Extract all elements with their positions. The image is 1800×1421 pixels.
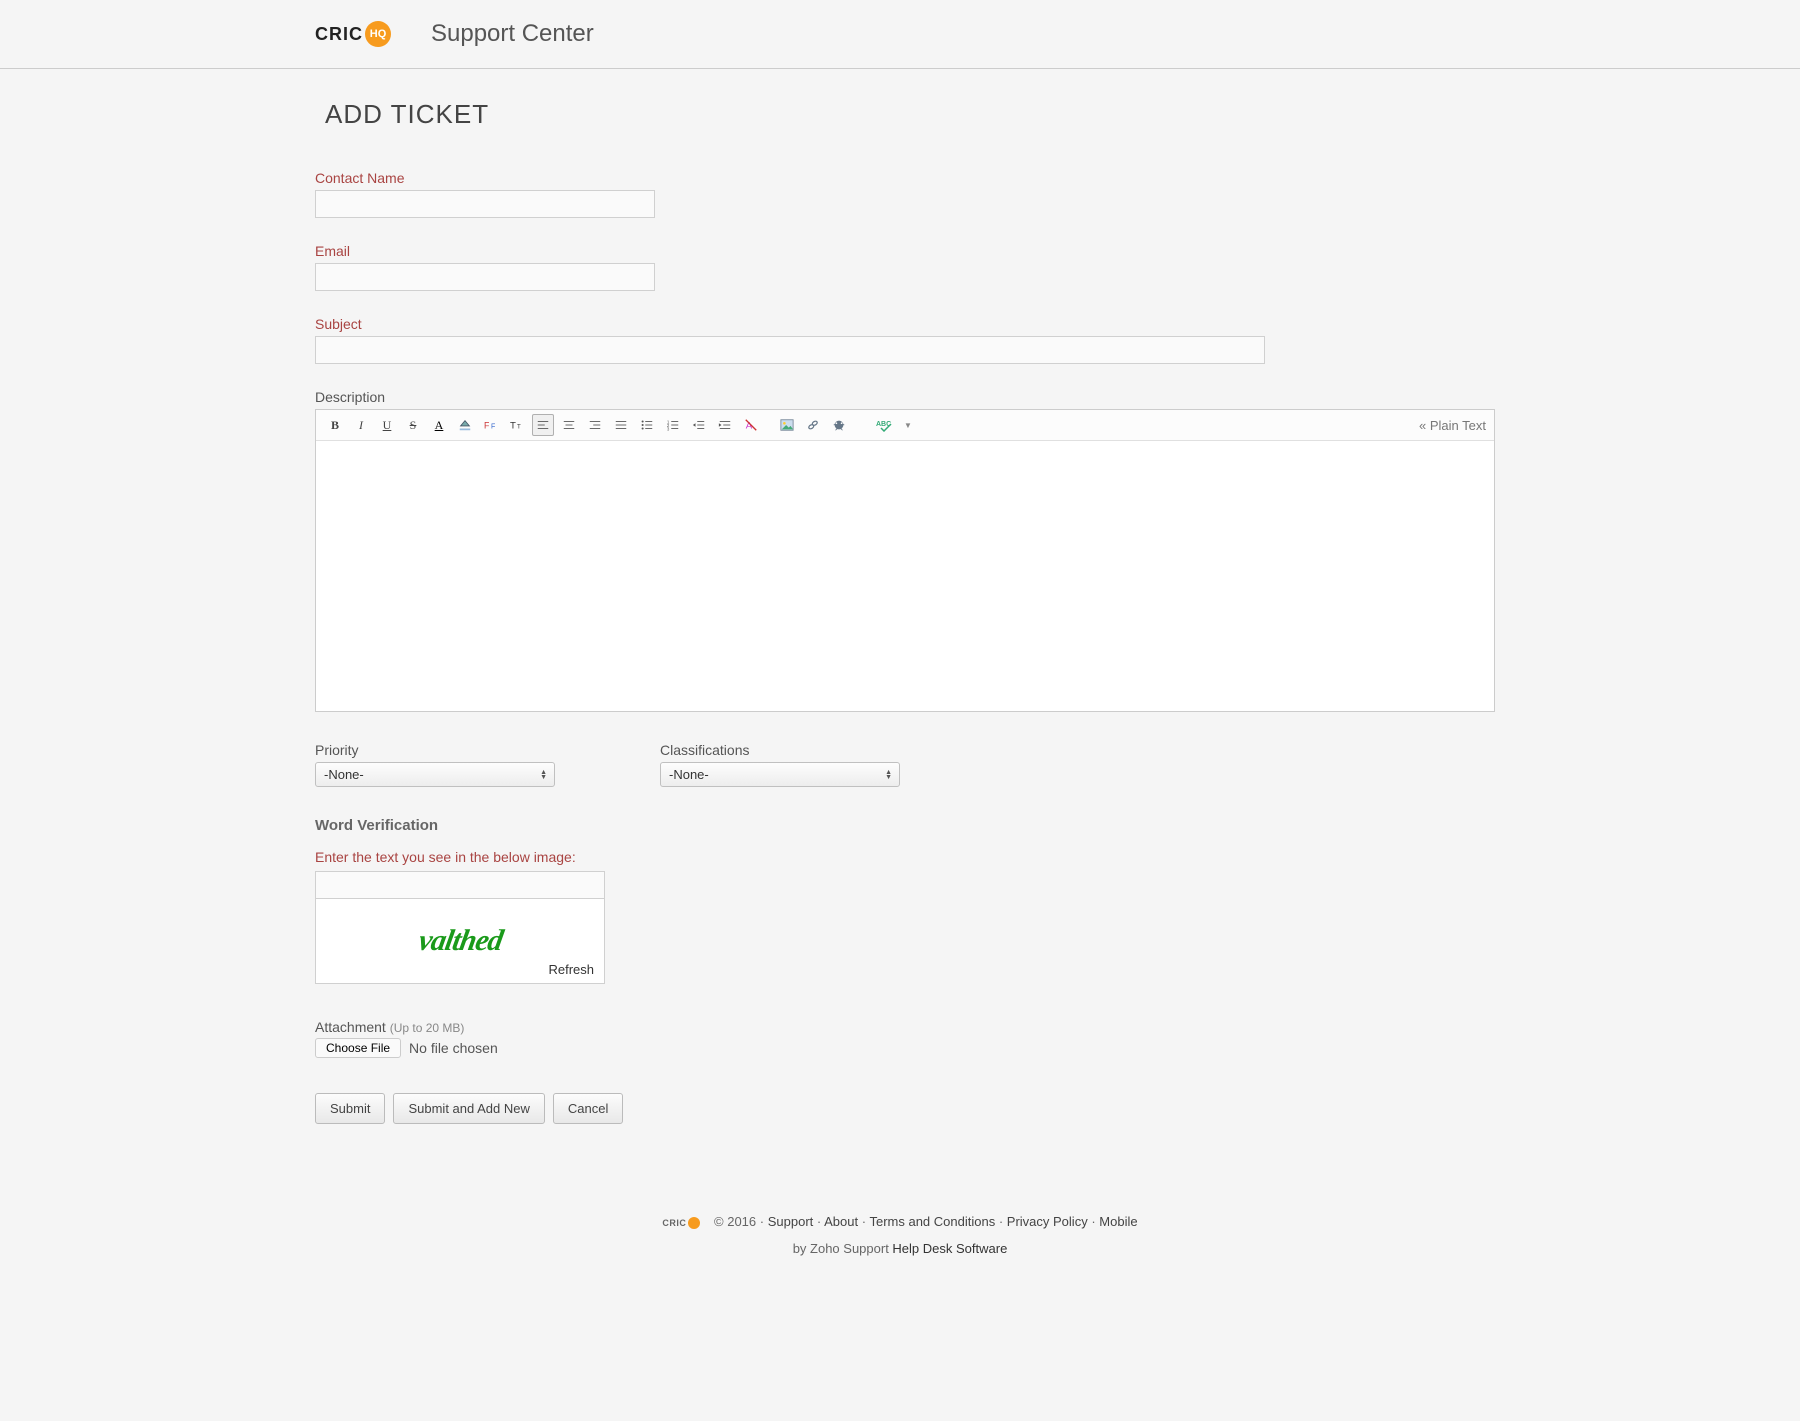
priority-select[interactable]: -None- (315, 762, 555, 787)
captcha-image: valthed Refresh (315, 899, 605, 984)
attachment-row: Choose File No file chosen (315, 1038, 1485, 1058)
field-classifications: Classifications -None- ▲▼ (660, 742, 900, 787)
footer-link-privacy[interactable]: Privacy Policy (1007, 1214, 1088, 1229)
footer: CRIC © 2016 · Support · About · Terms an… (315, 1214, 1485, 1256)
page-body: ADD TICKET Contact Name Email Subject De… (300, 69, 1500, 1336)
field-contact-name: Contact Name (315, 170, 1485, 218)
plain-text-toggle[interactable]: « Plain Text (1419, 418, 1486, 433)
submit-buttons: Submit Submit and Add New Cancel (315, 1093, 1485, 1124)
footer-brand-text: CRIC (662, 1218, 686, 1228)
choose-file-button[interactable]: Choose File (315, 1038, 401, 1058)
footer-brand-circle-icon (688, 1217, 700, 1229)
field-email: Email (315, 243, 1485, 291)
insert-link-icon[interactable] (802, 414, 824, 436)
footer-line-1: CRIC © 2016 · Support · About · Terms an… (315, 1214, 1485, 1229)
description-label: Description (315, 389, 1485, 405)
attachment-hint: (Up to 20 MB) (390, 1021, 465, 1035)
insert-image-icon[interactable] (776, 414, 798, 436)
unordered-list-icon[interactable] (636, 414, 658, 436)
header: CRIC HQ Support Center (0, 0, 1800, 69)
bg-color-icon[interactable] (454, 414, 476, 436)
footer-link-support[interactable]: Support (768, 1214, 814, 1229)
footer-link-mobile[interactable]: Mobile (1099, 1214, 1137, 1229)
field-priority: Priority -None- ▲▼ (315, 742, 555, 787)
underline-icon[interactable]: U (376, 414, 398, 436)
spellcheck-dropdown-icon[interactable]: ▼ (902, 414, 914, 436)
outdent-icon[interactable] (688, 414, 710, 436)
footer-byline-prefix: by Zoho Support (793, 1241, 893, 1256)
brand-logo[interactable]: CRIC HQ (315, 21, 391, 47)
brand-text-left: CRIC (315, 24, 363, 45)
svg-text:F: F (491, 424, 495, 431)
captcha-refresh-link[interactable]: Refresh (548, 962, 594, 977)
align-left-icon[interactable] (532, 414, 554, 436)
spellcheck-icon[interactable]: ABC (874, 414, 898, 436)
italic-icon[interactable]: I (350, 414, 372, 436)
svg-text:F: F (484, 421, 489, 431)
footer-link-terms[interactable]: Terms and Conditions (869, 1214, 995, 1229)
file-chosen-status: No file chosen (409, 1040, 498, 1056)
font-color-icon[interactable]: A (428, 414, 450, 436)
subject-label: Subject (315, 316, 1485, 332)
attachment-label: Attachment (315, 1019, 386, 1035)
contact-name-input[interactable] (315, 190, 655, 218)
cancel-button[interactable]: Cancel (553, 1093, 623, 1124)
svg-text:T: T (510, 421, 516, 432)
subject-input[interactable] (315, 336, 1265, 364)
font-size-icon[interactable]: TT (506, 414, 528, 436)
submit-button[interactable]: Submit (315, 1093, 385, 1124)
footer-sep: · (760, 1214, 768, 1229)
captcha-input[interactable] (315, 871, 605, 899)
footer-link-about[interactable]: About (824, 1214, 858, 1229)
field-subject: Subject (315, 316, 1485, 364)
align-center-icon[interactable] (558, 414, 580, 436)
indent-icon[interactable] (714, 414, 736, 436)
email-label: Email (315, 243, 1485, 259)
align-right-icon[interactable] (584, 414, 606, 436)
svg-text:T: T (517, 424, 521, 431)
attachment-label-row: Attachment (Up to 20 MB) (315, 1019, 1485, 1035)
word-verification-heading: Word Verification (315, 817, 1485, 834)
contact-name-label: Contact Name (315, 170, 1485, 186)
header-inner: CRIC HQ Support Center (300, 20, 1500, 48)
align-justify-icon[interactable] (610, 414, 632, 436)
footer-byline-link[interactable]: Help Desk Software (892, 1241, 1007, 1256)
captcha-text: valthed (416, 924, 505, 958)
ordered-list-icon[interactable]: 123 (662, 414, 684, 436)
field-description: Description B I U S A FF TT (315, 389, 1485, 712)
page-title: ADD TICKET (325, 99, 1485, 130)
strikethrough-icon[interactable]: S (402, 414, 424, 436)
svg-text:3: 3 (667, 426, 670, 431)
submit-and-add-new-button[interactable]: Submit and Add New (393, 1093, 544, 1124)
footer-logo: CRIC (662, 1217, 700, 1229)
email-input[interactable] (315, 263, 655, 291)
editor-toolbar: B I U S A FF TT (316, 410, 1494, 441)
header-title: Support Center (431, 20, 594, 48)
priority-label: Priority (315, 742, 555, 758)
footer-line-2: by Zoho Support Help Desk Software (315, 1241, 1485, 1256)
clear-format-icon[interactable]: A (740, 414, 762, 436)
priority-classification-row: Priority -None- ▲▼ Classifications -None… (315, 742, 1485, 787)
word-verification-instruction: Enter the text you see in the below imag… (315, 849, 1485, 865)
font-family-icon[interactable]: FF (480, 414, 502, 436)
rich-text-editor: B I U S A FF TT (315, 409, 1495, 712)
brand-circle: HQ (365, 21, 391, 47)
description-textarea[interactable] (316, 441, 1494, 711)
html-view-icon[interactable] (828, 414, 850, 436)
footer-sep: · (999, 1214, 1007, 1229)
footer-copyright: © 2016 (714, 1214, 756, 1229)
classifications-select[interactable]: -None- (660, 762, 900, 787)
bold-icon[interactable]: B (324, 414, 346, 436)
classifications-label: Classifications (660, 742, 900, 758)
